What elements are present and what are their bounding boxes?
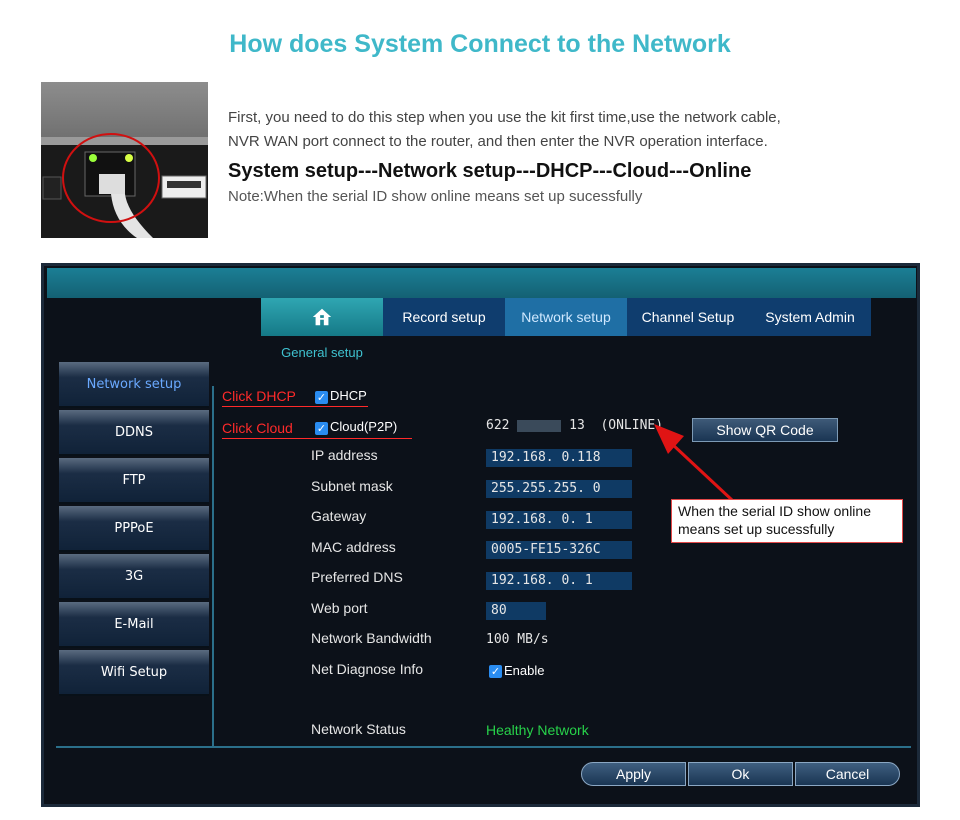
click-cloud-annotation: Click Cloud (222, 420, 293, 436)
ip-address-label: IP address (311, 447, 378, 463)
setup-note: Note:When the serial ID show online mean… (228, 188, 643, 205)
nvr-network-setup-window: Record setup Network setup Channel Setup… (41, 263, 920, 807)
callout-line-1: When the serial ID show online (678, 503, 871, 519)
sidebar-item-network-setup[interactable]: Network setup (59, 362, 209, 408)
serial-id: 622 13 (ONLINE) (486, 418, 663, 433)
home-icon (312, 308, 332, 326)
cancel-button[interactable]: Cancel (795, 762, 900, 786)
tab-general-setup[interactable] (261, 298, 383, 336)
gateway-field[interactable]: 192.168. 0. 1 (486, 511, 632, 529)
general-setup-label: General setup (281, 345, 363, 360)
intro-text: First, you need to do this step when you… (228, 106, 928, 205)
horizontal-divider (56, 746, 911, 748)
red-arrow-icon (654, 424, 734, 502)
subnet-mask-label: Subnet mask (311, 478, 393, 494)
sidebar-item-ftp[interactable]: FTP (59, 458, 209, 504)
window-top-bar (47, 268, 916, 298)
serial-id-prefix: 622 (486, 418, 510, 433)
net-diagnose-enable-label: Enable (504, 663, 545, 678)
tab-channel-setup[interactable]: Channel Setup (627, 298, 749, 336)
setup-path: System setup---Network setup---DHCP---Cl… (228, 160, 752, 182)
intro-line-2: NVR WAN port connect to the router, and … (228, 133, 768, 150)
callout-line-2: means set up sucessfully (678, 521, 835, 537)
mac-address-label: MAC address (311, 539, 396, 555)
page-title: How does System Connect to the Network (229, 30, 731, 58)
network-bandwidth-value: 100 MB/s (486, 632, 549, 647)
serial-id-suffix: 13 (569, 418, 585, 433)
cloud-p2p-checkbox[interactable]: ✓ (315, 422, 328, 435)
online-callout: When the serial ID show online means set… (671, 499, 903, 543)
preferred-dns-label: Preferred DNS (311, 569, 403, 585)
web-port-field[interactable]: 80 (486, 602, 546, 620)
cloud-underline (222, 438, 412, 439)
mac-address-field[interactable]: 0005-FE15-326C (486, 541, 632, 559)
subnet-mask-field[interactable]: 255.255.255. 0 (486, 480, 632, 498)
sidebar-item-ddns[interactable]: DDNS (59, 410, 209, 456)
dhcp-label: DHCP (330, 388, 367, 403)
serial-id-redacted (517, 419, 562, 432)
dhcp-checkbox[interactable]: ✓ (315, 391, 328, 404)
sidebar-item-3g[interactable]: 3G (59, 554, 209, 600)
web-port-label: Web port (311, 600, 368, 616)
ok-button[interactable]: Ok (688, 762, 793, 786)
ethernet-port-illustration (41, 133, 208, 238)
intro-line-1: First, you need to do this step when you… (228, 109, 781, 126)
sidebar-item-wifi-setup[interactable]: Wifi Setup (59, 650, 209, 696)
ip-address-field[interactable]: 192.168. 0.118 (486, 449, 632, 467)
network-status-label: Network Status (311, 721, 406, 737)
network-bandwidth-label: Network Bandwidth (311, 630, 432, 646)
click-dhcp-annotation: Click DHCP (222, 388, 296, 404)
vertical-divider (212, 386, 214, 748)
sidebar-item-pppoe[interactable]: PPPoE (59, 506, 209, 552)
preferred-dns-field[interactable]: 192.168. 0. 1 (486, 572, 632, 590)
network-status-value: Healthy Network (486, 722, 589, 738)
gateway-label: Gateway (311, 508, 367, 524)
tab-network-setup[interactable]: Network setup (505, 298, 627, 336)
net-diagnose-label: Net Diagnose Info (311, 661, 424, 677)
sidebar-item-email[interactable]: E-Mail (59, 602, 209, 648)
cloud-p2p-label: Cloud(P2P) (330, 419, 398, 434)
apply-button[interactable]: Apply (581, 762, 686, 786)
net-diagnose-enable-checkbox[interactable]: ✓ (489, 665, 502, 678)
dhcp-underline (222, 406, 368, 407)
tab-record-setup[interactable]: Record setup (383, 298, 505, 336)
router-port-photo (41, 82, 208, 238)
tab-system-admin[interactable]: System Admin (749, 298, 871, 336)
